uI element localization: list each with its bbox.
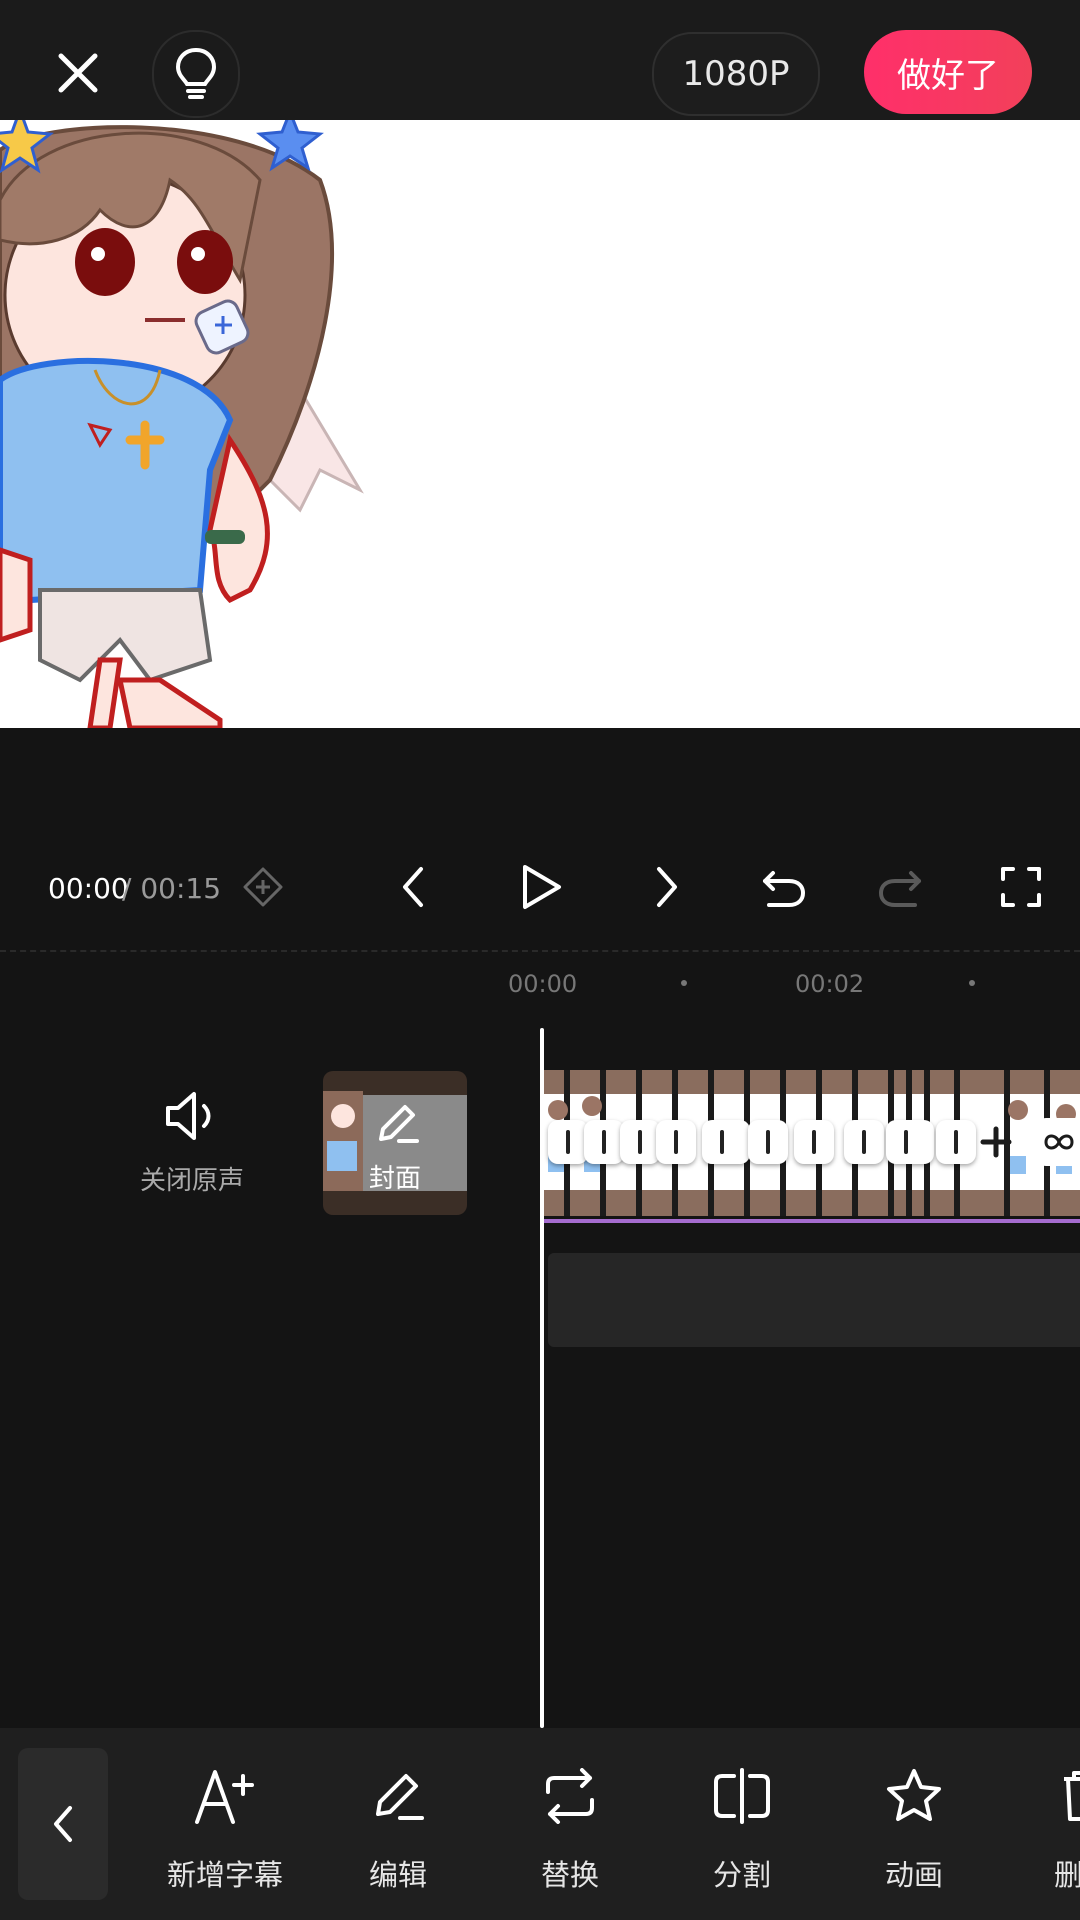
edit-icon <box>376 1774 424 1820</box>
transition-handle[interactable] <box>702 1120 750 1164</box>
transition-handle[interactable] <box>794 1120 834 1164</box>
play-button[interactable] <box>506 852 576 922</box>
fullscreen-button[interactable] <box>986 852 1056 922</box>
total-time: / 00:15 <box>122 872 222 905</box>
chevron-left-icon <box>403 867 423 907</box>
add-text-icon <box>195 1770 254 1824</box>
trash-icon <box>1064 1771 1080 1821</box>
character-artwork <box>0 120 364 728</box>
fullscreen-icon <box>1001 867 1041 907</box>
transition-handle[interactable] <box>844 1120 884 1164</box>
cover-label: 封面 <box>368 1164 421 1194</box>
delete-button[interactable]: 删 <box>1012 1760 1080 1900</box>
undo-button[interactable] <box>748 852 818 922</box>
close-icon <box>58 53 98 93</box>
ruler-dot <box>681 980 687 986</box>
infinity-icon <box>1044 1134 1074 1150</box>
ruler-label: 00:02 <box>795 970 865 998</box>
divider <box>0 950 1080 952</box>
next-frame-button[interactable] <box>632 852 702 922</box>
ruler-dot <box>969 980 975 986</box>
transition-handle[interactable] <box>548 1120 588 1164</box>
mute-original-label: 关闭原声 <box>139 1166 244 1196</box>
track-underline <box>544 1219 1080 1223</box>
close-button[interactable] <box>40 35 116 111</box>
resolution-button[interactable]: 1080P <box>652 32 820 116</box>
play-icon <box>523 865 561 909</box>
video-preview[interactable] <box>0 120 1080 728</box>
previous-frame-button[interactable] <box>378 852 448 922</box>
replace-label: 替换 <box>540 1858 599 1892</box>
delete-label: 删 <box>1054 1858 1080 1892</box>
edit-label: 编辑 <box>368 1858 427 1892</box>
animation-label: 动画 <box>884 1858 943 1892</box>
plus-icon <box>980 1126 1012 1158</box>
undo-icon <box>763 871 806 907</box>
split-icon <box>714 1768 770 1824</box>
animation-button[interactable]: 动画 <box>839 1760 989 1900</box>
current-time: 00:00 <box>48 872 129 905</box>
transition-handle[interactable] <box>886 1120 934 1164</box>
transition-handle[interactable] <box>584 1120 624 1164</box>
add-keyframe-button[interactable] <box>228 852 298 922</box>
split-label: 分割 <box>712 1858 771 1892</box>
transition-handle[interactable] <box>656 1120 696 1164</box>
transition-handle[interactable] <box>936 1120 976 1164</box>
keyframe-icon <box>243 867 283 907</box>
done-button[interactable]: 做好了 <box>864 30 1032 114</box>
edit-button[interactable]: 编辑 <box>323 1760 473 1900</box>
tips-button[interactable] <box>152 30 240 118</box>
transition-button[interactable] <box>1034 1118 1080 1166</box>
playhead[interactable] <box>540 1028 544 1728</box>
chevron-right-icon <box>657 867 677 907</box>
redo-button[interactable] <box>866 852 936 922</box>
add-subtitle-label: 新增字幕 <box>166 1858 283 1892</box>
lightbulb-icon <box>175 47 217 99</box>
add-clip-button[interactable] <box>974 1120 1018 1164</box>
replace-icon <box>546 1768 594 1824</box>
transition-handle[interactable] <box>620 1120 660 1164</box>
transition-handle[interactable] <box>748 1120 788 1164</box>
chevron-left-icon <box>54 1806 72 1842</box>
speaker-icon <box>166 1092 211 1140</box>
audio-track-lane[interactable] <box>548 1253 1080 1347</box>
cover-button[interactable]: 封面 <box>323 1071 467 1215</box>
star-icon <box>887 1769 941 1821</box>
back-button[interactable] <box>18 1748 108 1900</box>
edit-icon <box>379 1105 419 1143</box>
add-subtitle-button[interactable]: 新增字幕 <box>150 1760 300 1900</box>
ruler-label: 00:00 <box>508 970 578 998</box>
redo-icon <box>878 871 921 907</box>
split-button[interactable]: 分割 <box>667 1760 817 1900</box>
replace-button[interactable]: 替换 <box>495 1760 645 1900</box>
